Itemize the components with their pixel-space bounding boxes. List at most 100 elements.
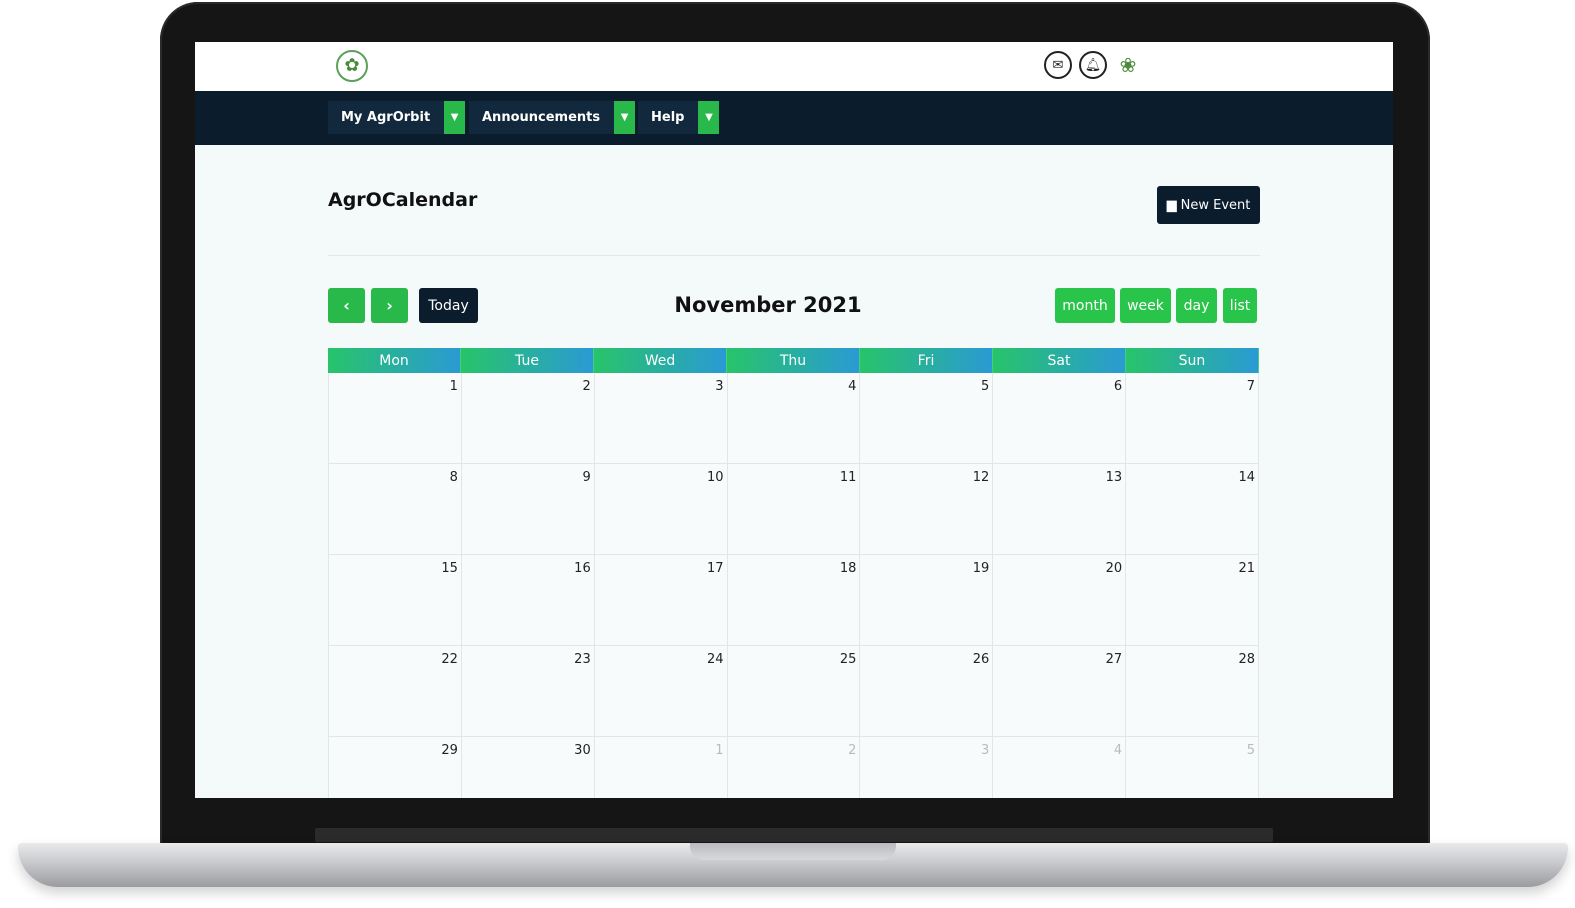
calendar-day-cell[interactable]: 24 — [594, 646, 728, 737]
calendar-day-cell[interactable]: 8 — [328, 464, 462, 555]
day-number[interactable]: 2 — [848, 743, 856, 758]
calendar-day-cell[interactable]: 17 — [594, 555, 728, 646]
day-number[interactable]: 11 — [840, 470, 857, 485]
calendar-day-cell[interactable]: 16 — [461, 555, 595, 646]
day-number[interactable]: 4 — [1114, 743, 1122, 758]
mail-icon[interactable]: ✉ — [1044, 51, 1072, 79]
calendar-grid: Mon Tue Wed Thu Fri Sat Sun 1 2 3 4 5 6 7 8 9 10 1… — [328, 348, 1260, 798]
day-number[interactable]: 1 — [450, 379, 458, 394]
calendar-day-cell[interactable]: 2 — [461, 373, 595, 464]
day-number[interactable]: 17 — [707, 561, 724, 576]
day-number[interactable]: 16 — [574, 561, 591, 576]
calendar-day-cell[interactable]: 12 — [860, 464, 994, 555]
day-number[interactable]: 29 — [441, 743, 458, 758]
calendar-day-cell[interactable]: 25 — [727, 646, 861, 737]
next-month-button[interactable]: › — [371, 288, 408, 323]
calendar-day-cell[interactable]: 21 — [1126, 555, 1260, 646]
calendar-day-cell-other-month[interactable]: 1 — [594, 737, 728, 798]
day-number[interactable]: 28 — [1238, 652, 1255, 667]
caret-down-icon[interactable]: ▼ — [614, 101, 636, 134]
day-number[interactable]: 5 — [1247, 743, 1255, 758]
calendar-day-cell-other-month[interactable]: 3 — [860, 737, 994, 798]
day-number[interactable]: 12 — [973, 470, 990, 485]
caret-down-icon[interactable]: ▼ — [444, 101, 466, 134]
calendar-day-cell[interactable]: 26 — [860, 646, 994, 737]
calendar-day-cell[interactable]: 23 — [461, 646, 595, 737]
calendar-day-cell[interactable]: 11 — [727, 464, 861, 555]
day-number[interactable]: 24 — [707, 652, 724, 667]
day-number[interactable]: 30 — [574, 743, 591, 758]
day-number[interactable]: 3 — [981, 743, 989, 758]
nav-item-label: Announcements — [482, 110, 601, 125]
caret-down-icon[interactable]: ▼ — [698, 101, 720, 134]
calendar-day-cell[interactable]: 4 — [727, 373, 861, 464]
calendar-day-cell[interactable]: 29 — [328, 737, 462, 798]
nav-item-help[interactable]: Help ▼ — [638, 101, 720, 134]
nav-item-announcements[interactable]: Announcements ▼ — [469, 101, 636, 134]
calendar-day-cell[interactable]: 14 — [1126, 464, 1260, 555]
day-number[interactable]: 20 — [1106, 561, 1123, 576]
day-number[interactable]: 3 — [715, 379, 723, 394]
view-list-button[interactable]: list — [1223, 288, 1257, 323]
view-week-button[interactable]: week — [1120, 288, 1171, 323]
weekday-header-row: Mon Tue Wed Thu Fri Sat Sun — [328, 348, 1259, 373]
day-number[interactable]: 1 — [715, 743, 723, 758]
bell-icon[interactable]: 🔔︎ — [1079, 51, 1107, 79]
day-number[interactable]: 2 — [582, 379, 590, 394]
plant-avatar-icon[interactable]: ❀ — [1115, 48, 1141, 82]
nav-item-label: My AgrOrbit — [341, 110, 431, 125]
calendar-day-cell[interactable]: 22 — [328, 646, 462, 737]
day-number[interactable]: 23 — [574, 652, 591, 667]
day-number[interactable]: 21 — [1238, 561, 1255, 576]
laptop-hinge — [315, 828, 1273, 842]
today-button[interactable]: Today — [419, 288, 478, 323]
calendar-day-cell[interactable]: 30 — [461, 737, 595, 798]
calendar-day-cell[interactable]: 19 — [860, 555, 994, 646]
day-number[interactable]: 13 — [1106, 470, 1123, 485]
calendar-day-cell-other-month[interactable]: 5 — [1126, 737, 1260, 798]
laptop-notch — [690, 843, 896, 860]
calendar-week-row: 8 9 10 11 12 13 14 — [328, 464, 1260, 555]
day-number[interactable]: 5 — [981, 379, 989, 394]
chevron-left-icon: ‹ — [343, 296, 350, 315]
view-day-button[interactable]: day — [1176, 288, 1217, 323]
day-number[interactable]: 18 — [840, 561, 857, 576]
calendar-day-cell[interactable]: 15 — [328, 555, 462, 646]
calendar-day-cell[interactable]: 27 — [993, 646, 1127, 737]
day-number[interactable]: 15 — [441, 561, 458, 576]
day-number[interactable]: 4 — [848, 379, 856, 394]
day-number[interactable]: 25 — [840, 652, 857, 667]
calendar-week-row: 15 16 17 18 19 20 21 — [328, 555, 1260, 646]
calendar-day-cell-other-month[interactable]: 4 — [993, 737, 1127, 798]
day-number[interactable]: 27 — [1106, 652, 1123, 667]
calendar-day-cell[interactable]: 18 — [727, 555, 861, 646]
calendar-weeks: 1 2 3 4 5 6 7 8 9 10 11 12 13 14 15 16 17 18 19 20 21 22 23 24 2… — [328, 373, 1260, 798]
day-number[interactable]: 8 — [450, 470, 458, 485]
new-event-button[interactable]: ▆ New Event — [1157, 186, 1260, 224]
day-number[interactable]: 10 — [707, 470, 724, 485]
calendar-day-cell[interactable]: 9 — [461, 464, 595, 555]
calendar-day-cell[interactable]: 13 — [993, 464, 1127, 555]
calendar-day-cell[interactable]: 3 — [594, 373, 728, 464]
calendar-day-cell[interactable]: 20 — [993, 555, 1127, 646]
calendar-day-cell-other-month[interactable]: 2 — [727, 737, 861, 798]
calendar-day-cell[interactable]: 6 — [993, 373, 1127, 464]
day-number[interactable]: 19 — [973, 561, 990, 576]
calendar-day-cell[interactable]: 10 — [594, 464, 728, 555]
calendar-day-cell[interactable]: 7 — [1126, 373, 1260, 464]
day-number[interactable]: 22 — [441, 652, 458, 667]
day-number[interactable]: 14 — [1238, 470, 1255, 485]
prev-month-button[interactable]: ‹ — [328, 288, 365, 323]
view-month-button[interactable]: month — [1055, 288, 1115, 323]
calendar-day-cell[interactable]: 5 — [860, 373, 994, 464]
calendar-week-row: 1 2 3 4 5 6 7 — [328, 373, 1260, 464]
day-number[interactable]: 9 — [582, 470, 590, 485]
calendar-day-cell[interactable]: 1 — [328, 373, 462, 464]
flower-logo-icon[interactable]: ✿ — [336, 50, 368, 82]
calendar-day-cell[interactable]: 28 — [1126, 646, 1260, 737]
nav-item-my-agrorbit[interactable]: My AgrOrbit ▼ — [328, 101, 466, 134]
day-number[interactable]: 6 — [1114, 379, 1122, 394]
day-number[interactable]: 7 — [1247, 379, 1255, 394]
day-number[interactable]: 26 — [973, 652, 990, 667]
weekday-header: Mon — [328, 348, 461, 373]
